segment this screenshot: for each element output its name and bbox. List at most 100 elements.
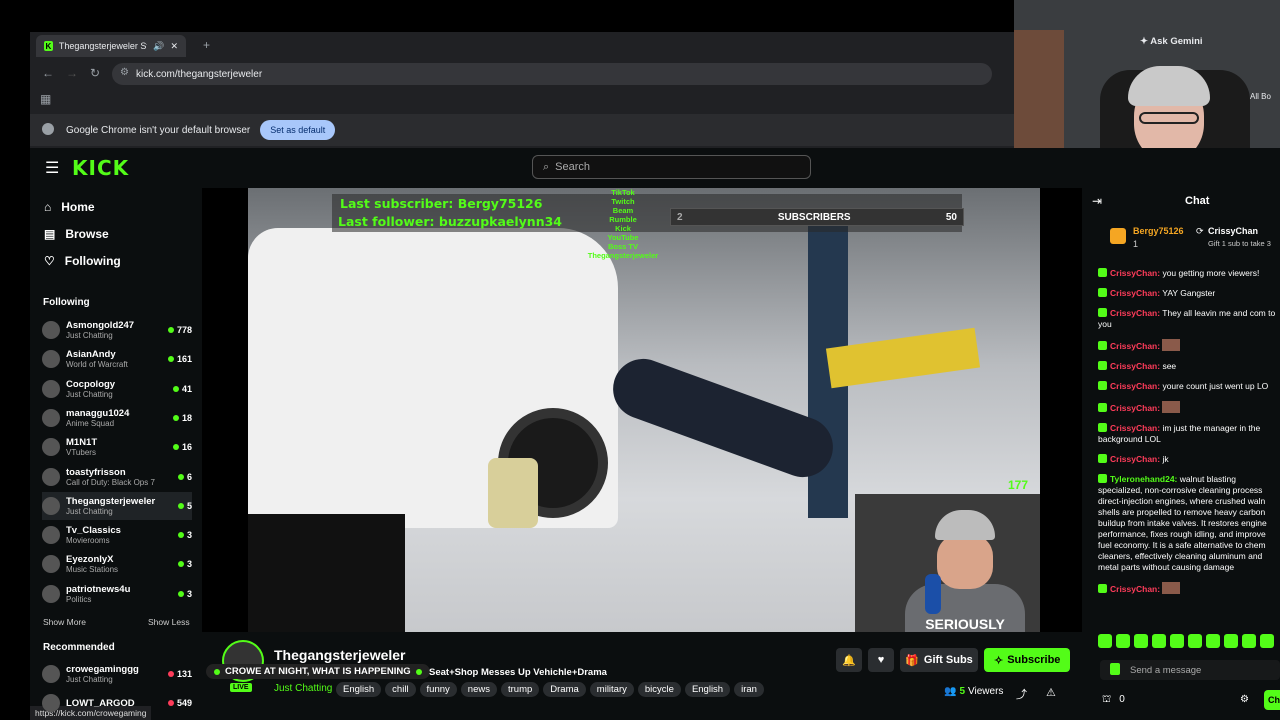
mini-chat-overlay <box>248 514 405 632</box>
recommended-item[interactable]: crowegaminggg Just Chatting 131 <box>42 660 192 688</box>
video-player[interactable]: Last subscriber: Bergy75126 Last followe… <box>248 188 1040 632</box>
stream-title: Seat+Shop Messes Up Vehichle+Drama <box>429 667 607 678</box>
address-bar[interactable]: ⚙ kick.com/thegangsterjeweler <box>112 63 992 85</box>
chat-username[interactable]: CrissyChan: <box>1110 308 1160 318</box>
new-tab-icon[interactable]: + <box>203 38 210 52</box>
collapse-chat-icon[interactable]: ⇥ <box>1092 194 1102 208</box>
show-less-button[interactable]: Show Less <box>148 617 190 627</box>
live-dot <box>177 473 184 480</box>
search-input[interactable]: ⌕ Search <box>532 155 811 179</box>
live-dot <box>167 700 174 706</box>
kick-logo[interactable]: KICK <box>72 156 129 180</box>
avatar <box>42 555 60 574</box>
chat-username[interactable]: CrissyChan: <box>1110 341 1160 351</box>
emote[interactable] <box>1098 634 1112 648</box>
chat-username[interactable]: CrissyChan: <box>1110 381 1160 391</box>
emote[interactable] <box>1242 634 1256 648</box>
emote[interactable] <box>1224 634 1238 648</box>
forward-icon[interactable]: → <box>66 66 78 80</box>
report-icon[interactable]: ⚠ <box>1046 686 1056 699</box>
audio-icon[interactable]: 🔊 <box>153 41 164 52</box>
emote[interactable] <box>1116 634 1130 648</box>
last-follower: Last follower: buzzupkaelynn34 <box>338 214 562 229</box>
following-item[interactable]: Cocpology Just Chatting 41 <box>42 375 192 403</box>
chat-username[interactable]: Tyleronehand24: <box>1110 474 1177 484</box>
chat-text: walnut blasting specialized, non-corrosi… <box>1098 474 1267 572</box>
emote[interactable] <box>1206 634 1220 648</box>
close-tab-icon[interactable]: ✕ <box>170 41 178 52</box>
chat-send-button[interactable]: Ch <box>1264 690 1280 710</box>
notification-bell-button[interactable]: 🔔 <box>836 648 862 672</box>
chat-username[interactable]: CrissyChan: <box>1110 584 1160 594</box>
chat-username[interactable]: CrissyChan: <box>1110 361 1160 371</box>
home-icon: ⌂ <box>44 200 52 214</box>
subscribe-button[interactable]: ✧ Subscribe <box>984 648 1071 672</box>
tag[interactable]: English <box>336 682 382 697</box>
nav-home-label: Home <box>61 200 95 214</box>
gift-subs-button[interactable]: 🎁 Gift Subs <box>900 648 978 672</box>
share-icon[interactable]: ⤴ <box>1016 686 1027 702</box>
avatar <box>42 321 60 339</box>
back-icon[interactable]: ← <box>42 66 54 80</box>
menu-icon[interactable]: ☰ <box>45 158 59 178</box>
chat-settings-icon[interactable]: ⚙ <box>1240 694 1249 705</box>
chat-message: Tyleronehand24: walnut blasting speciali… <box>1098 474 1280 573</box>
reload-icon[interactable]: ↻ <box>90 66 100 80</box>
following-item[interactable]: toastyfrisson Call of Duty: Black Ops 7 6 <box>42 463 192 491</box>
chat-username[interactable]: CrissyChan: <box>1110 268 1160 278</box>
browser-tab[interactable]: K Thegangsterjeweler Stream 🔊 ✕ <box>36 35 186 57</box>
following-item[interactable]: AsianAndy World of Warcraft 161 <box>42 345 192 373</box>
emote[interactable] <box>1170 634 1184 648</box>
send-message-input[interactable]: Send a message <box>1100 660 1280 680</box>
following-item[interactable]: Tv_Classics Movierooms 3 <box>42 521 192 549</box>
chat-text: see <box>1162 361 1177 371</box>
emote[interactable] <box>1260 634 1274 648</box>
bell-icon: 🔔 <box>842 654 856 667</box>
following-viewer-count: 5 <box>186 500 192 511</box>
site-info-icon[interactable]: ⚙ <box>120 67 129 78</box>
avatar <box>42 496 60 515</box>
tag[interactable]: funny <box>419 682 457 697</box>
all-bookmarks-label[interactable]: All Bo <box>1250 92 1271 101</box>
emote[interactable] <box>1152 634 1166 648</box>
show-more-button[interactable]: Show More <box>43 617 86 627</box>
tag[interactable]: English <box>684 682 731 697</box>
nav-home[interactable]: ⌂ Home <box>44 200 95 214</box>
following-viewers: 778 <box>167 325 192 335</box>
avatar <box>42 694 60 712</box>
tag[interactable]: bicycle <box>637 682 681 697</box>
nav-browse[interactable]: ▤ Browse <box>44 227 109 241</box>
ask-gemini-button[interactable]: ✦ Ask Gemini <box>1140 36 1203 47</box>
apps-icon[interactable]: ▦ <box>40 92 51 106</box>
tag[interactable]: military <box>589 682 634 697</box>
chat-username[interactable]: CrissyChan: <box>1110 454 1160 464</box>
avatar <box>42 467 60 486</box>
following-item[interactable]: Asmongold247 Just Chatting 778 <box>42 316 192 344</box>
guest-face <box>937 534 993 589</box>
tag[interactable]: iran <box>734 682 764 697</box>
following-item[interactable]: EyezonlyX Music Stations 3 <box>42 550 192 578</box>
emote[interactable] <box>1188 634 1202 648</box>
following-item[interactable]: managgu1024 Anime Squad 18 <box>42 404 192 432</box>
tag[interactable]: Drama <box>543 682 586 697</box>
chat-username[interactable]: CrissyChan: <box>1110 403 1160 413</box>
guest-hat <box>935 510 995 540</box>
following-item[interactable]: Thegangsterjeweler Just Chatting 5 <box>42 491 192 520</box>
tag[interactable]: trump <box>500 682 540 697</box>
following-name: EyezonlyX <box>66 554 114 566</box>
tag[interactable]: news <box>460 682 497 697</box>
following-item[interactable]: patriotnews4u Politics 3 <box>42 580 192 608</box>
recommended-item[interactable]: LOWT_ARGOD 549 <box>42 689 192 717</box>
nav-following[interactable]: ♡ Following <box>44 254 121 268</box>
set-default-button[interactable]: Set as default <box>260 120 336 140</box>
following-item[interactable]: M1N1T VTubers 16 <box>42 433 192 461</box>
emote[interactable] <box>1134 634 1148 648</box>
stream-category[interactable]: Just Chatting <box>274 683 332 694</box>
channel-name[interactable]: Thegangsterjeweler <box>274 647 406 663</box>
tag[interactable]: chill <box>385 682 416 697</box>
chat-username[interactable]: CrissyChan: <box>1110 288 1160 298</box>
chat-username[interactable]: CrissyChan: <box>1110 423 1160 433</box>
follow-heart-button[interactable]: ♥ <box>868 648 894 672</box>
viewers-label: Viewers <box>968 686 1004 697</box>
points-display[interactable]: ⛫ 0 <box>1102 694 1125 707</box>
